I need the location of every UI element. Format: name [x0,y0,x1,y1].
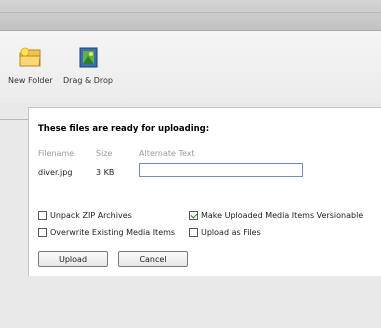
versionable-option[interactable]: Make Uploaded Media Items Versionable [189,211,363,220]
overwrite-label: Overwrite Existing Media Items [50,228,176,237]
dialog-title: These files are ready for uploading: [38,124,210,134]
column-header-alternate-text: Alternate Text [139,149,195,158]
top-bar-divider [0,12,381,13]
upload-as-files-checkbox[interactable] [189,228,198,237]
drag-drop-button[interactable]: Drag & Drop [63,46,113,85]
overwrite-checkbox[interactable] [38,228,47,237]
new-folder-button[interactable]: New Folder [8,46,53,85]
file-size: 3 KB [96,168,115,177]
file-name: diver.jpg [38,168,73,177]
drag-drop-label: Drag & Drop [63,76,113,85]
top-bar [0,0,381,31]
alternate-text-input[interactable] [139,163,303,177]
unpack-zip-option[interactable]: Unpack ZIP Archives [38,211,132,220]
versionable-checkbox[interactable] [189,211,198,220]
content-area [0,276,381,328]
new-folder-label: New Folder [8,76,53,85]
folder-icon [17,46,43,70]
upload-as-files-label: Upload as Files [201,228,261,237]
unpack-zip-checkbox[interactable] [38,211,47,220]
upload-dialog: These files are ready for uploading: Fil… [28,107,381,277]
upload-button[interactable]: Upload [38,251,108,267]
toolbar: New Folder Drag & Drop [0,31,381,103]
drag-drop-icon [75,46,101,70]
column-header-filename: Filename [38,149,75,158]
versionable-label: Make Uploaded Media Items Versionable [201,211,364,220]
unpack-zip-label: Unpack ZIP Archives [50,211,132,220]
divider [0,119,28,120]
cancel-button[interactable]: Cancel [118,251,188,267]
overwrite-option[interactable]: Overwrite Existing Media Items [38,228,175,237]
upload-as-files-option[interactable]: Upload as Files [189,228,261,237]
column-header-size: Size [96,149,113,158]
